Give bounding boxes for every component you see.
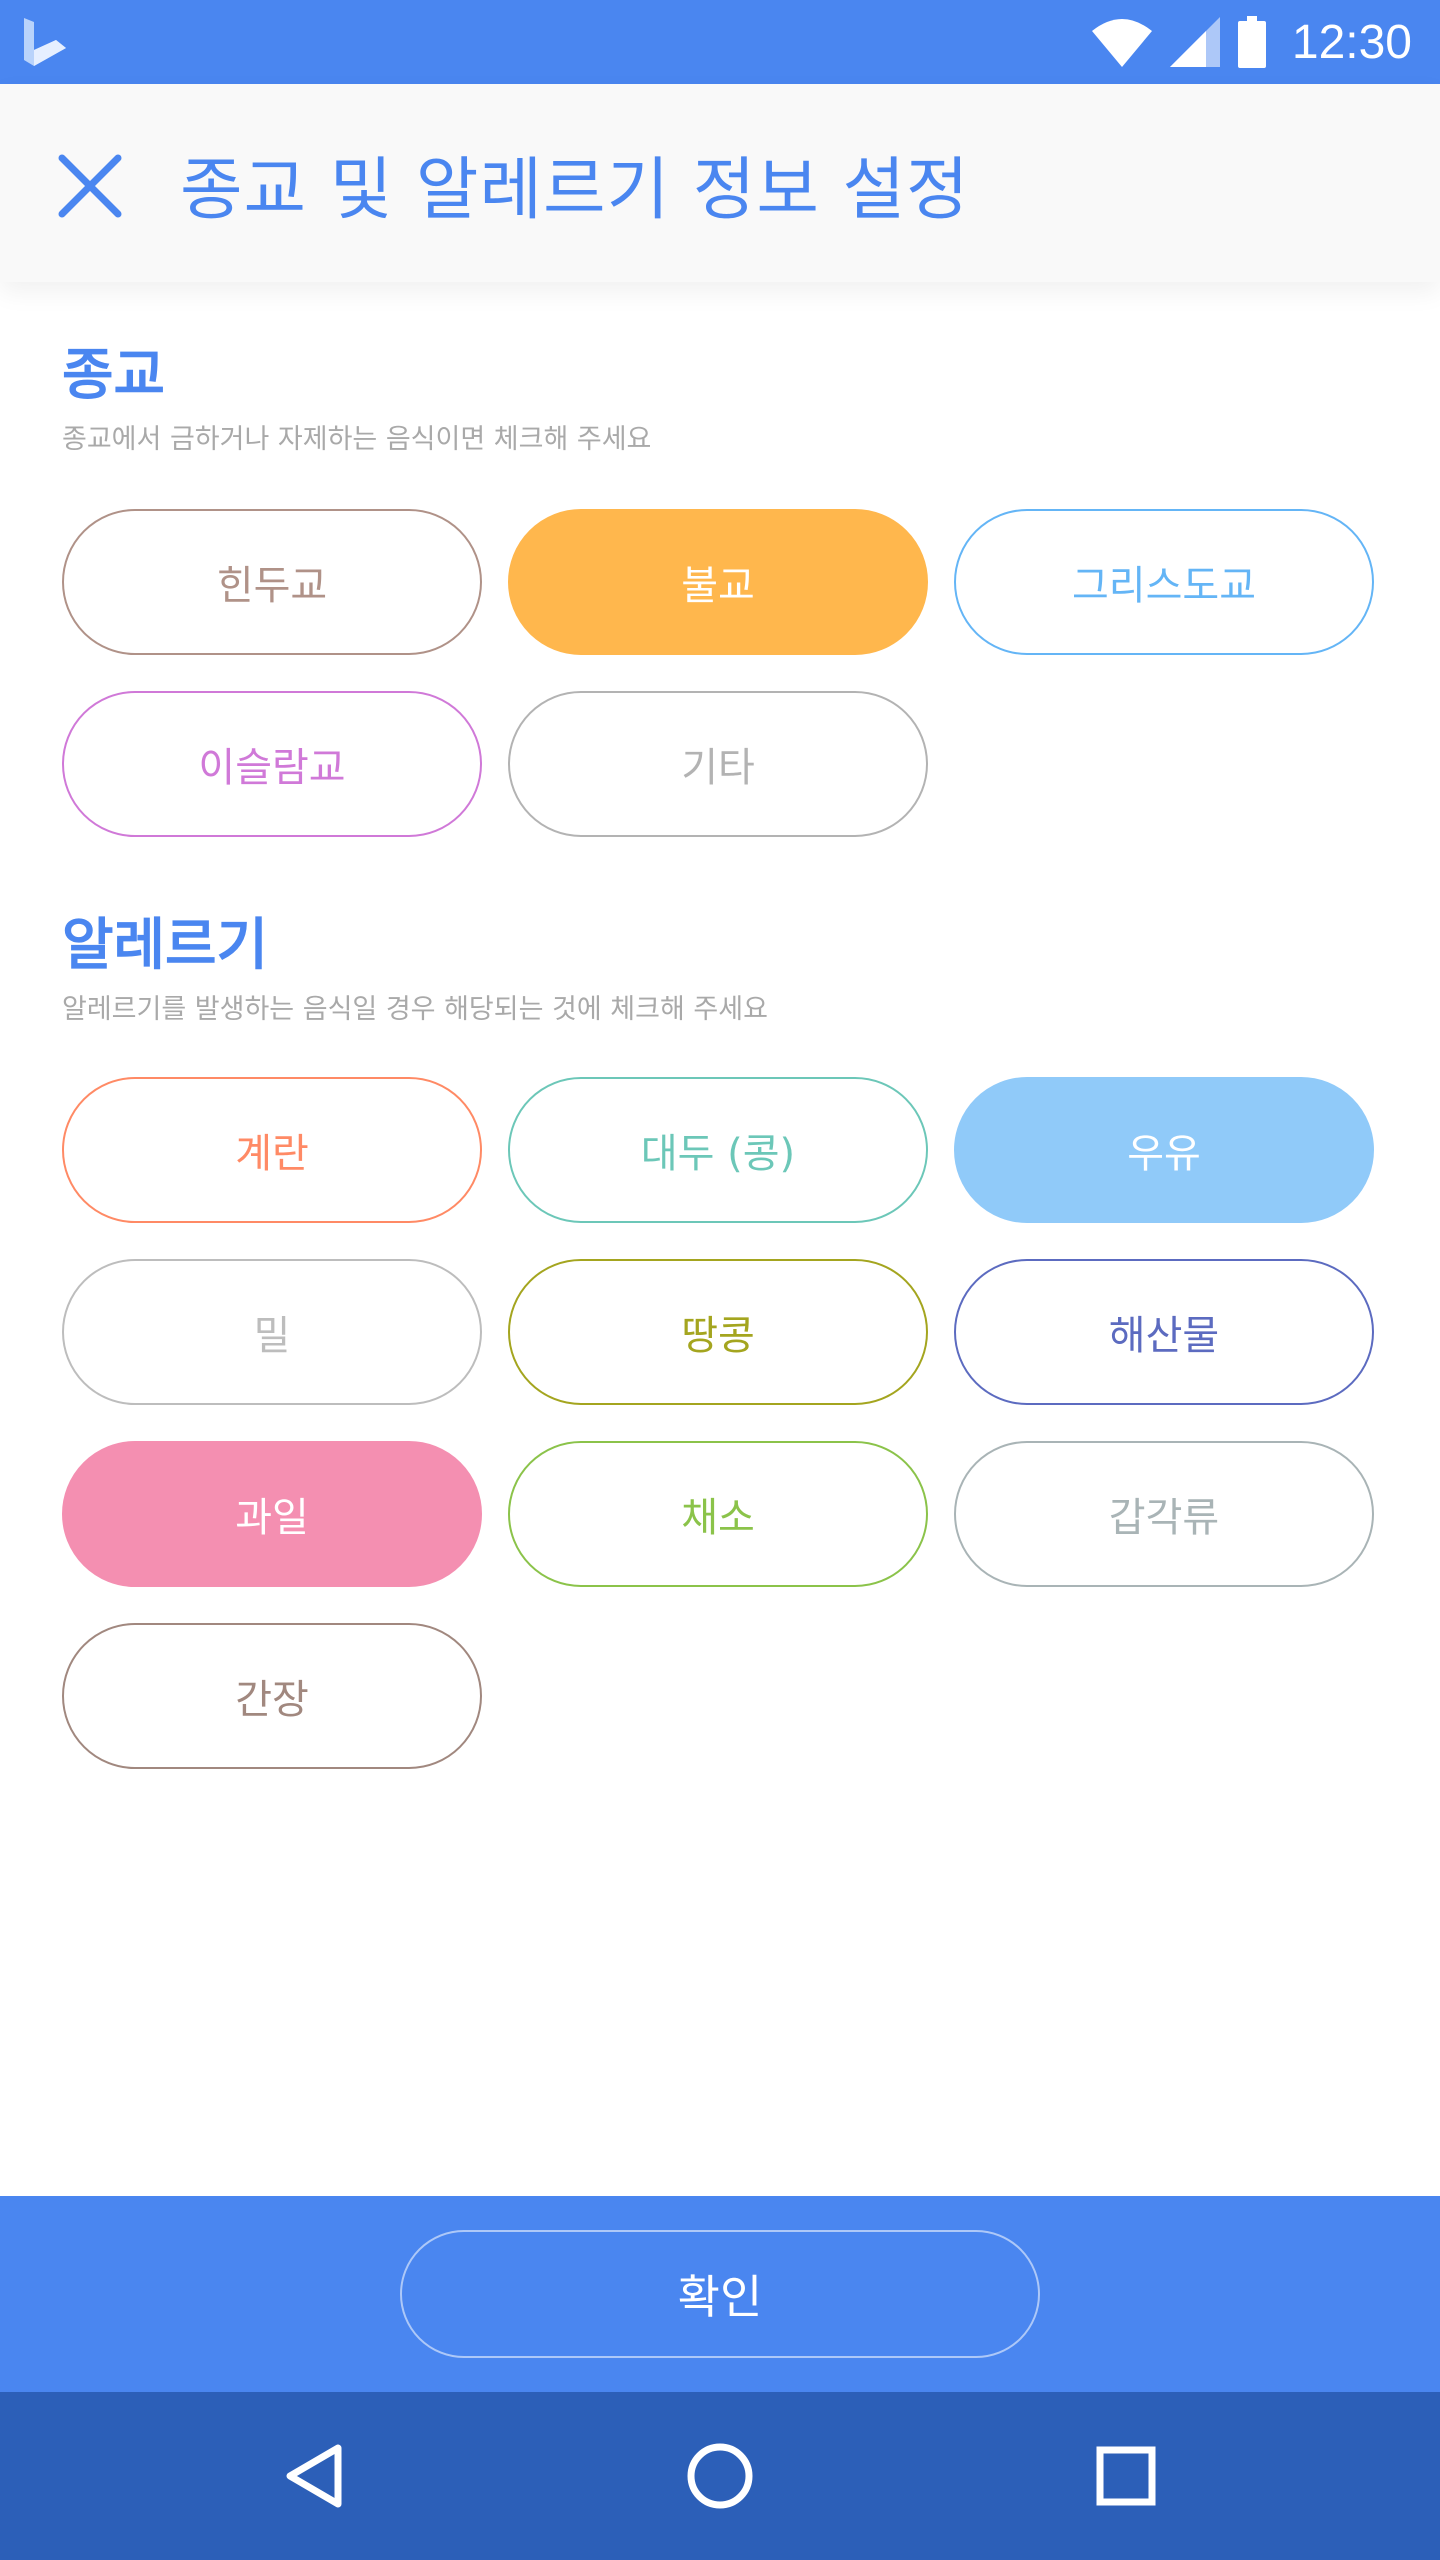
religion-description: 종교에서 금하거나 자제하는 음식이면 체크해 주세요 xyxy=(62,423,652,455)
signal-icon xyxy=(1169,17,1220,67)
confirm-button[interactable]: 확인 xyxy=(400,2230,1040,2358)
allergy-title: 알레르기 xyxy=(62,913,269,978)
religion-option[interactable]: 불교 xyxy=(508,509,928,655)
allergy-option[interactable]: 계란 xyxy=(62,1077,482,1223)
religion-options: 힌두교 불교 그리스도교이슬람교 기타 xyxy=(62,509,1374,837)
app-bar: 종교 및 알레르기 정보 설정 xyxy=(0,84,1440,282)
status-indicators: 12:30 xyxy=(1091,0,1412,84)
allergy-section: 알레르기 알레르기를 발생하는 음식일 경우 해당되는 것에 체크해 주세요 계… xyxy=(62,915,1382,1815)
religion-option[interactable]: 그리스도교 xyxy=(954,509,1374,655)
back-icon[interactable] xyxy=(276,2436,356,2516)
battery-icon xyxy=(1237,16,1266,68)
allergy-option[interactable]: 채소 xyxy=(508,1441,928,1587)
allergy-option[interactable]: 땅콩 xyxy=(508,1259,928,1405)
allergy-options: 계란 대두 (콩) 우유밀 땅콩 해산물과일 채소 갑각류간장 xyxy=(62,1077,1374,1769)
confirm-bar: 확인 xyxy=(0,2196,1440,2392)
allergy-option[interactable]: 대두 (콩) xyxy=(508,1077,928,1223)
religion-option[interactable]: 이슬람교 xyxy=(62,691,482,837)
allergy-option[interactable]: 우유 xyxy=(954,1077,1374,1223)
religion-title: 종교 xyxy=(62,343,166,408)
religion-option[interactable]: 힌두교 xyxy=(62,509,482,655)
home-icon[interactable] xyxy=(680,2436,760,2516)
wifi-icon xyxy=(1091,19,1152,67)
allergy-option[interactable]: 갑각류 xyxy=(954,1441,1374,1587)
allergy-description: 알레르기를 발생하는 음식일 경우 해당되는 것에 체크해 주세요 xyxy=(62,993,768,1025)
allergy-option[interactable]: 밀 xyxy=(62,1259,482,1405)
religion-option[interactable]: 기타 xyxy=(508,691,928,837)
allergy-option[interactable]: 해산물 xyxy=(954,1259,1374,1405)
page-title: 종교 및 알레르기 정보 설정 xyxy=(180,151,970,230)
navigation-bar xyxy=(0,2392,1440,2560)
allergy-option[interactable]: 과일 xyxy=(62,1441,482,1587)
status-bar: 12:30 xyxy=(0,0,1440,84)
status-time: 12:30 xyxy=(1291,15,1412,69)
religion-section: 종교 종교에서 금하거나 자제하는 음식이면 체크해 주세요 힌두교 불교 그리스도… xyxy=(62,345,1382,865)
close-icon[interactable] xyxy=(52,148,128,224)
recents-icon[interactable] xyxy=(1086,2436,1166,2516)
app-logo-icon xyxy=(24,18,66,66)
allergy-option[interactable]: 간장 xyxy=(62,1623,482,1769)
